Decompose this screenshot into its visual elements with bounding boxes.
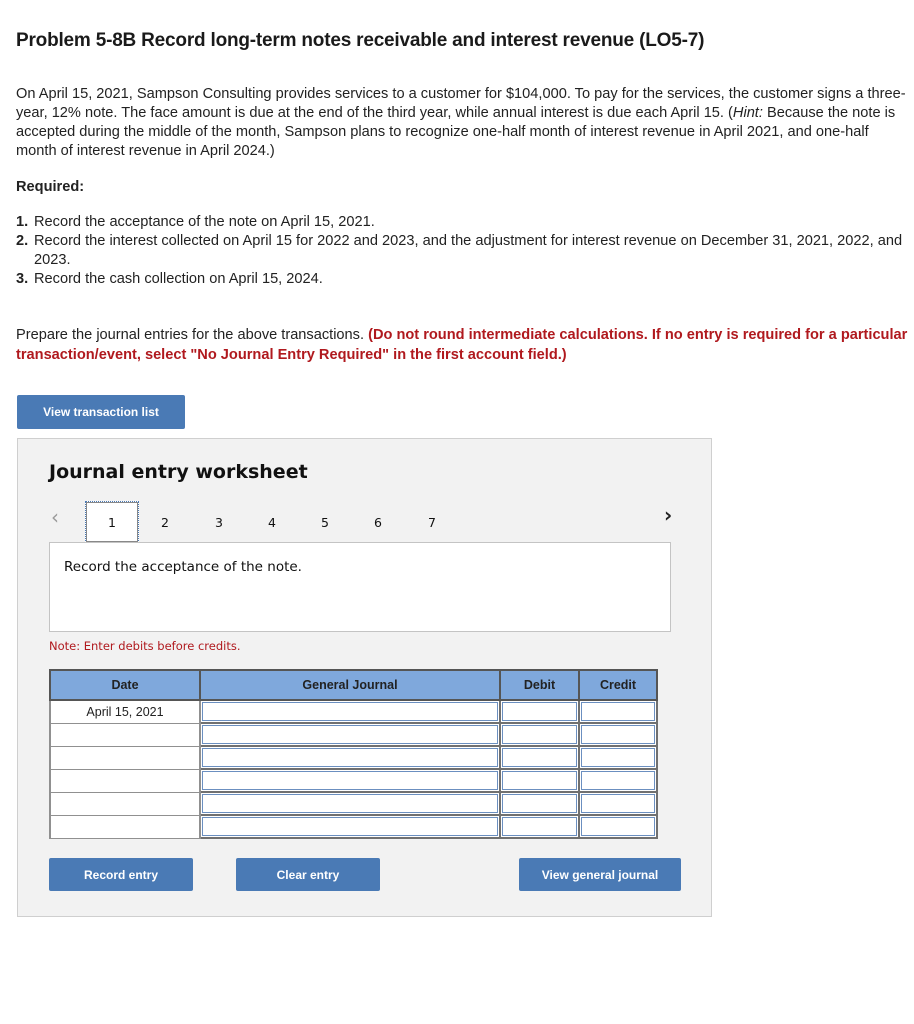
date-cell[interactable]: April 15, 2021: [49, 699, 201, 724]
credit-cell: [578, 791, 658, 816]
account-cell: [199, 722, 501, 747]
requirement-item: 1. Record the acceptance of the note on …: [16, 213, 911, 232]
credit-input[interactable]: [581, 794, 655, 813]
account-cell: [199, 791, 501, 816]
credit-cell: [578, 722, 658, 747]
hint-label: Hint:: [732, 105, 763, 121]
journal-entry-worksheet: Journal entry worksheet ‹ 1 2 3 4 5 6 7 …: [17, 438, 712, 917]
chevron-right-icon[interactable]: ›: [664, 503, 672, 527]
table-row: [49, 745, 658, 770]
account-cell: [199, 699, 501, 724]
entry-description: Record the acceptance of the note.: [64, 559, 302, 575]
problem-title: Problem 5-8B Record long-term notes rece…: [16, 30, 705, 51]
prepare-text: Prepare the journal entries for the abov…: [16, 327, 369, 343]
requirement-item: 2. Record the interest collected on Apri…: [16, 232, 911, 270]
debit-cell: [499, 699, 580, 724]
column-header-account: General Journal: [199, 669, 501, 701]
tab-2[interactable]: 2: [139, 502, 191, 542]
problem-intro: On April 15, 2021, Sampson Consulting pr…: [16, 85, 911, 161]
credit-cell: [578, 814, 658, 839]
worksheet-title: Journal entry worksheet: [49, 461, 308, 483]
date-cell[interactable]: [49, 745, 201, 770]
date-cell[interactable]: [49, 722, 201, 747]
view-general-journal-button[interactable]: View general journal: [519, 858, 681, 891]
tab-3[interactable]: 3: [193, 502, 245, 542]
requirement-text: Record the cash collection on April 15, …: [34, 271, 323, 287]
table-row: [49, 791, 658, 816]
clear-entry-button[interactable]: Clear entry: [236, 858, 380, 891]
table-row: April 15, 2021: [49, 699, 658, 724]
credit-cell: [578, 699, 658, 724]
view-transaction-list-button[interactable]: View transaction list: [17, 395, 185, 429]
debit-input[interactable]: [502, 817, 577, 836]
account-cell: [199, 745, 501, 770]
column-header-date: Date: [49, 669, 201, 701]
requirement-text: Record the acceptance of the note on Apr…: [34, 214, 375, 230]
tab-6[interactable]: 6: [352, 502, 404, 542]
account-input[interactable]: [202, 702, 498, 721]
debit-cell: [499, 745, 580, 770]
chevron-left-icon[interactable]: ‹: [51, 505, 59, 529]
tab-5[interactable]: 5: [299, 502, 351, 542]
credit-input[interactable]: [581, 702, 655, 721]
credit-input[interactable]: [581, 748, 655, 767]
debit-cell: [499, 814, 580, 839]
account-input[interactable]: [202, 748, 498, 767]
prepare-instructions: Prepare the journal entries for the abov…: [16, 325, 911, 365]
column-header-credit: Credit: [578, 669, 658, 701]
entry-description-box: Record the acceptance of the note.: [49, 542, 671, 632]
account-input[interactable]: [202, 771, 498, 790]
tab-1[interactable]: 1: [85, 501, 139, 543]
debit-cell: [499, 791, 580, 816]
table-row: [49, 768, 658, 793]
requirements-list: 1. Record the acceptance of the note on …: [16, 213, 911, 289]
tab-7[interactable]: 7: [406, 502, 458, 542]
requirement-text: Record the interest collected on April 1…: [34, 233, 903, 268]
debit-cell: [499, 768, 580, 793]
account-input[interactable]: [202, 725, 498, 744]
requirement-number: 1.: [16, 214, 29, 230]
requirement-number: 3.: [16, 271, 29, 287]
account-cell: [199, 814, 501, 839]
column-header-debit: Debit: [499, 669, 580, 701]
table-row: [49, 722, 658, 747]
table-header-row: Date General Journal Debit Credit: [49, 669, 658, 701]
credit-input[interactable]: [581, 817, 655, 836]
date-cell[interactable]: [49, 814, 201, 839]
record-entry-button[interactable]: Record entry: [49, 858, 193, 891]
required-heading: Required:: [16, 179, 85, 195]
table-row: [49, 814, 658, 839]
requirement-item: 3. Record the cash collection on April 1…: [16, 270, 911, 289]
credit-cell: [578, 745, 658, 770]
account-cell: [199, 768, 501, 793]
date-cell[interactable]: [49, 768, 201, 793]
debits-note: Note: Enter debits before credits.: [49, 639, 241, 653]
debit-cell: [499, 722, 580, 747]
journal-table: Date General Journal Debit Credit April …: [49, 669, 658, 839]
tab-4[interactable]: 4: [246, 502, 298, 542]
debit-input[interactable]: [502, 771, 577, 790]
credit-input[interactable]: [581, 725, 655, 744]
date-cell[interactable]: [49, 791, 201, 816]
account-input[interactable]: [202, 817, 498, 836]
debit-input[interactable]: [502, 748, 577, 767]
credit-cell: [578, 768, 658, 793]
debit-input[interactable]: [502, 702, 577, 721]
debit-input[interactable]: [502, 794, 577, 813]
debit-input[interactable]: [502, 725, 577, 744]
account-input[interactable]: [202, 794, 498, 813]
credit-input[interactable]: [581, 771, 655, 790]
requirement-number: 2.: [16, 233, 29, 249]
